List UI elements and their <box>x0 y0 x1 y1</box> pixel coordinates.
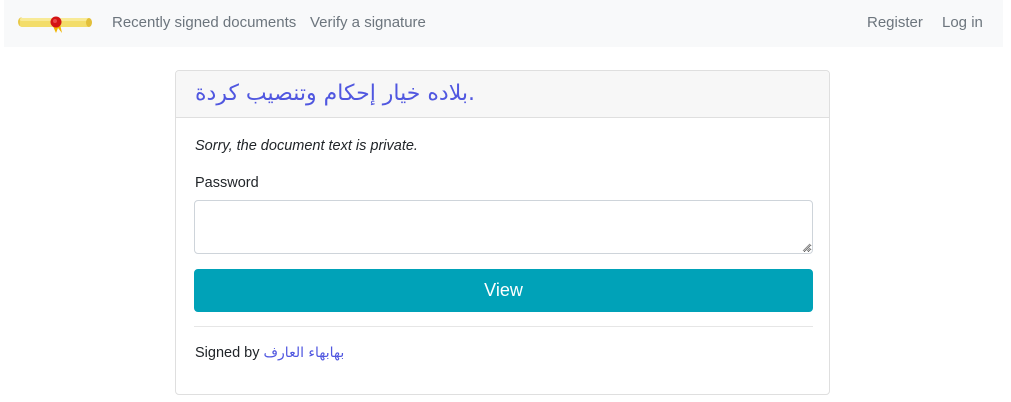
signed-by-label: Signed by <box>195 345 260 361</box>
resize-handle-icon[interactable] <box>802 243 811 252</box>
divider <box>194 326 813 327</box>
view-button[interactable]: View <box>194 269 813 312</box>
nav-verify-signature-link[interactable]: Verify a signature <box>310 14 426 31</box>
private-notice: Sorry, the document text is private. <box>195 138 418 154</box>
document-title: بلاده خيار إحكام وتنصيب كردة. <box>195 81 475 106</box>
login-link[interactable]: Log in <box>942 14 983 31</box>
signed-by-row: Signed by بهابهاء العارف <box>195 345 344 361</box>
password-field[interactable] <box>194 200 813 254</box>
nav-recently-signed-link[interactable]: Recently signed documents <box>112 14 296 31</box>
top-navbar: Recently signed documents Verify a signa… <box>4 0 1003 47</box>
register-link[interactable]: Register <box>867 14 923 31</box>
password-label: Password <box>195 175 259 191</box>
scroll-seal-icon[interactable] <box>18 13 92 33</box>
card-header: بلاده خيار إحكام وتنصيب كردة. <box>176 71 829 118</box>
document-card: بلاده خيار إحكام وتنصيب كردة. Sorry, the… <box>175 70 830 395</box>
signer-link[interactable]: بهابهاء العارف <box>264 345 345 361</box>
